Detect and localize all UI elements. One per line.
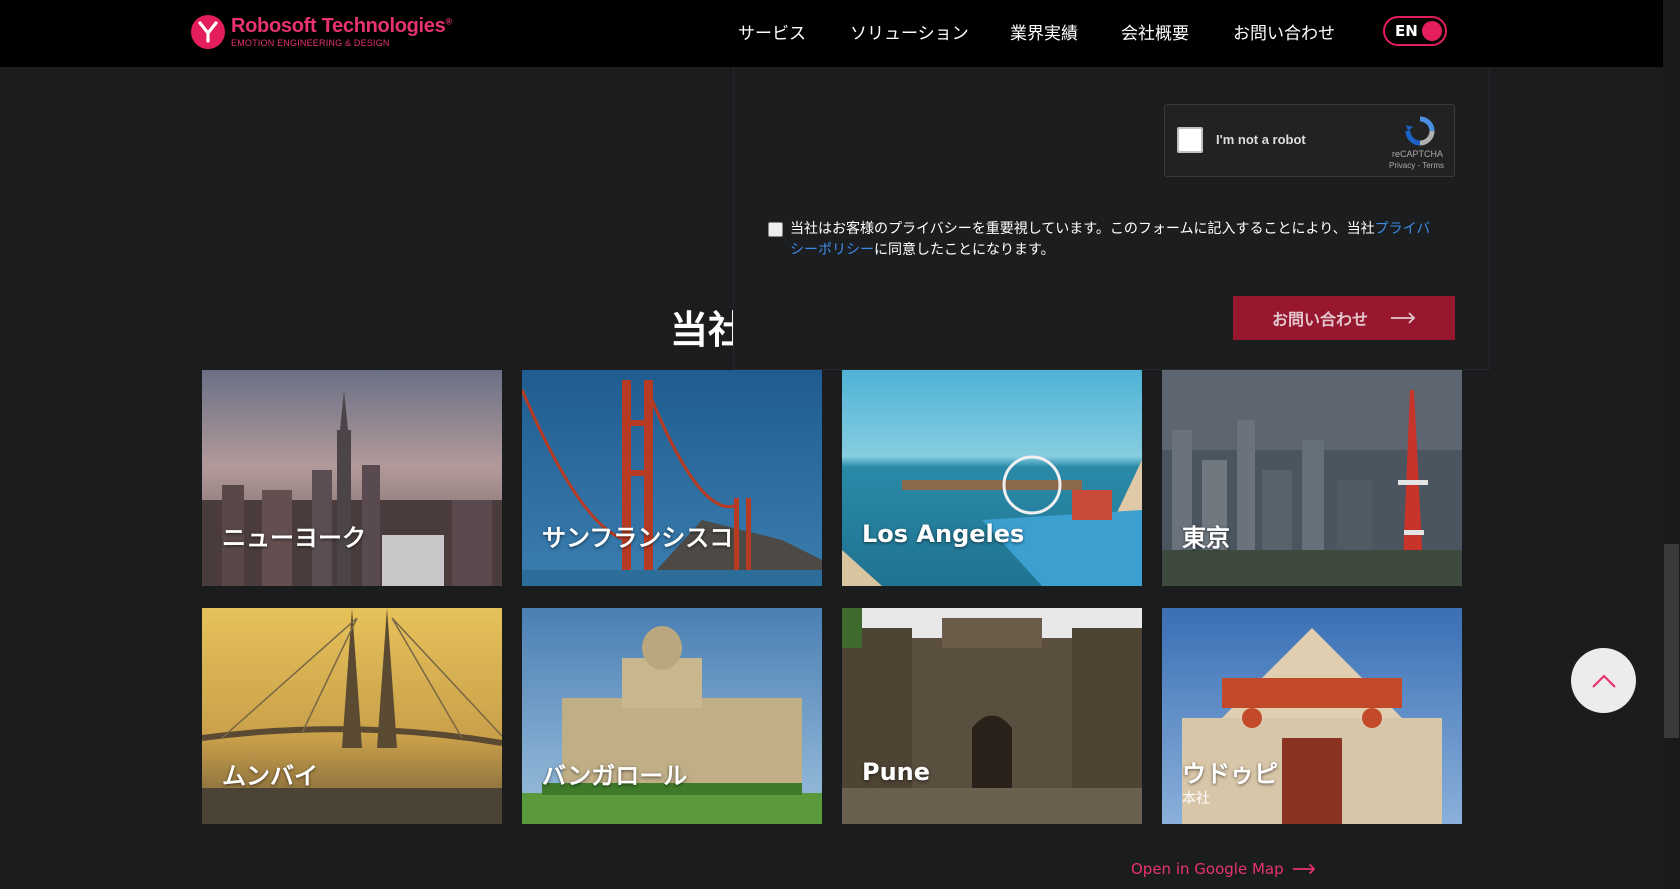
office-tile-bangalore[interactable]: バンガロール bbox=[522, 608, 822, 824]
new-york-skyline-image bbox=[202, 370, 502, 586]
privacy-text-start: 当社はお客様のプライバシーを重要視しています。このフォームに記入することにより、… bbox=[790, 221, 1375, 237]
recaptcha-brand: reCAPTCHA bbox=[1391, 149, 1443, 159]
language-toggle[interactable]: EN bbox=[1383, 16, 1447, 46]
recaptcha-checkbox[interactable] bbox=[1177, 127, 1203, 153]
office-name: バンガロール bbox=[542, 762, 688, 790]
logo-name: Robosoft Technologies bbox=[231, 15, 446, 37]
privacy-consent-checkbox[interactable] bbox=[768, 222, 783, 237]
office-name: ニューヨーク bbox=[222, 524, 366, 552]
toggle-knob bbox=[1422, 21, 1442, 41]
recaptcha-privacy-terms[interactable]: Privacy - Terms bbox=[1389, 161, 1444, 170]
office-name: Los Angeles bbox=[862, 520, 1025, 548]
submit-label: お問い合わせ bbox=[1271, 310, 1368, 329]
arrow-right-icon bbox=[1391, 312, 1416, 324]
santa-monica-pier-image bbox=[842, 370, 1142, 586]
nav-contact[interactable]: お問い合わせ bbox=[1233, 19, 1335, 44]
office-tile-udupi[interactable]: ウドゥピ 本社 bbox=[1162, 608, 1462, 824]
tokyo-tower-image bbox=[1162, 370, 1462, 586]
privacy-text-end: に同意したことになります。 bbox=[874, 242, 1055, 258]
privacy-consent-text: 当社はお客様のプライバシーを重要視しています。このフォームに記入することにより、… bbox=[790, 219, 1440, 261]
office-name: サンフランシスコ bbox=[542, 524, 734, 552]
office-tile-pune[interactable]: Pune bbox=[842, 608, 1142, 824]
chevron-up-icon bbox=[1591, 673, 1616, 688]
submit-button[interactable]: お問い合わせ bbox=[1233, 296, 1455, 340]
scrollbar-thumb[interactable] bbox=[1664, 544, 1679, 738]
nav-solutions[interactable]: ソリューション bbox=[850, 19, 969, 44]
arrow-right-icon bbox=[1292, 863, 1315, 875]
scroll-to-top-button[interactable] bbox=[1571, 648, 1636, 713]
office-tile-mumbai[interactable]: ムンバイ bbox=[202, 608, 502, 824]
shaniwar-wada-image bbox=[842, 608, 1142, 824]
logo-tagline: EMOTION ENGINEERING & DESIGN bbox=[231, 38, 390, 48]
golden-gate-image bbox=[522, 370, 822, 586]
office-tile-new-york[interactable]: ニューヨーク bbox=[202, 370, 502, 586]
office-name: ウドゥピ bbox=[1182, 760, 1278, 788]
nav-industries[interactable]: 業界実績 bbox=[1010, 19, 1078, 44]
robosoft-logo-icon bbox=[191, 15, 225, 49]
recaptcha-widget: I'm not a robot reCAPTCHA Privacy - Term… bbox=[1164, 104, 1455, 177]
map-link-label: Open in Google Map bbox=[1131, 860, 1284, 878]
office-name: ムンバイ bbox=[222, 762, 318, 790]
sea-link-image bbox=[202, 608, 502, 824]
office-tile-los-angeles[interactable]: Los Angeles bbox=[842, 370, 1142, 586]
nav-services[interactable]: サービス bbox=[738, 19, 806, 44]
language-label: EN bbox=[1395, 22, 1418, 40]
headquarters-label: 本社 bbox=[1182, 791, 1210, 807]
page-scrollbar[interactable] bbox=[1663, 0, 1680, 889]
vidhana-soudha-image bbox=[522, 608, 822, 824]
recaptcha-icon bbox=[1405, 116, 1435, 146]
site-header: Robosoft Technologies® EMOTION ENGINEERI… bbox=[0, 0, 1663, 67]
logo[interactable]: Robosoft Technologies® EMOTION ENGINEERI… bbox=[191, 15, 452, 49]
google-map-link[interactable]: Open in Google Map bbox=[1131, 860, 1316, 878]
office-tile-tokyo[interactable]: 東京 bbox=[1162, 370, 1462, 586]
nav-company[interactable]: 会社概要 bbox=[1121, 19, 1189, 44]
recaptcha-label: I'm not a robot bbox=[1216, 132, 1306, 147]
office-name: 東京 bbox=[1182, 524, 1230, 552]
office-tile-san-francisco[interactable]: サンフランシスコ bbox=[522, 370, 822, 586]
office-name: Pune bbox=[862, 758, 931, 786]
logo-registered-mark: ® bbox=[445, 16, 452, 27]
